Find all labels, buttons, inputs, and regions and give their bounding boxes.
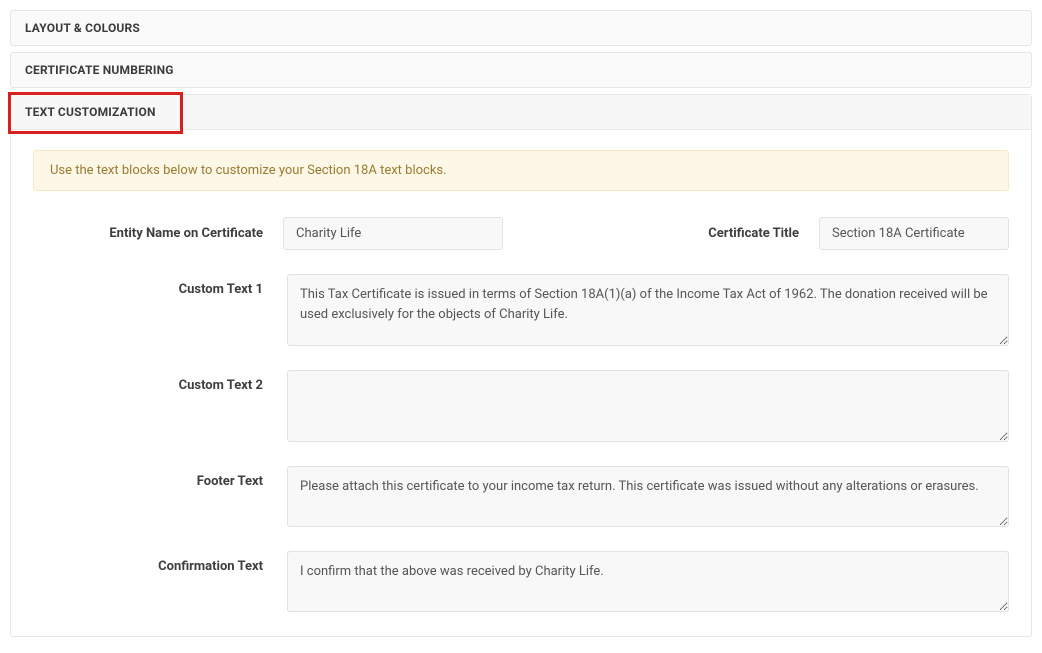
label-custom-text-2: Custom Text 2 xyxy=(33,370,263,393)
textarea-custom-text-1[interactable] xyxy=(287,274,1009,346)
info-banner: Use the text blocks below to customize y… xyxy=(33,150,1009,191)
panel-body-text-customization: Use the text blocks below to customize y… xyxy=(11,130,1031,636)
textarea-footer-text[interactable] xyxy=(287,466,1009,527)
label-footer-text: Footer Text xyxy=(33,466,263,489)
panel-header-layout-colours[interactable]: LAYOUT & COLOURS xyxy=(11,11,1031,45)
label-entity-name: Entity Name on Certificate xyxy=(33,226,263,241)
field-confirmation-text: Confirmation Text xyxy=(33,551,1009,612)
field-footer-text: Footer Text xyxy=(33,466,1009,527)
input-certificate-title[interactable] xyxy=(819,217,1009,250)
panel-layout-colours: LAYOUT & COLOURS xyxy=(10,10,1032,46)
row-entity-and-title: Entity Name on Certificate Certificate T… xyxy=(33,217,1009,250)
field-custom-text-2: Custom Text 2 xyxy=(33,370,1009,442)
field-entity-name: Entity Name on Certificate xyxy=(33,217,503,250)
textarea-custom-text-2[interactable] xyxy=(287,370,1009,442)
panel-header-certificate-numbering[interactable]: CERTIFICATE NUMBERING xyxy=(11,53,1031,87)
label-confirmation-text: Confirmation Text xyxy=(33,551,263,574)
field-custom-text-1: Custom Text 1 xyxy=(33,274,1009,346)
label-custom-text-1: Custom Text 1 xyxy=(33,274,263,297)
label-certificate-title: Certificate Title xyxy=(708,226,799,241)
textarea-confirmation-text[interactable] xyxy=(287,551,1009,612)
panel-text-customization: TEXT CUSTOMIZATION Use the text blocks b… xyxy=(10,94,1032,637)
field-certificate-title: Certificate Title xyxy=(543,217,1009,250)
input-entity-name[interactable] xyxy=(283,217,503,250)
panel-certificate-numbering: CERTIFICATE NUMBERING xyxy=(10,52,1032,88)
panel-header-text-customization[interactable]: TEXT CUSTOMIZATION xyxy=(11,95,1031,130)
